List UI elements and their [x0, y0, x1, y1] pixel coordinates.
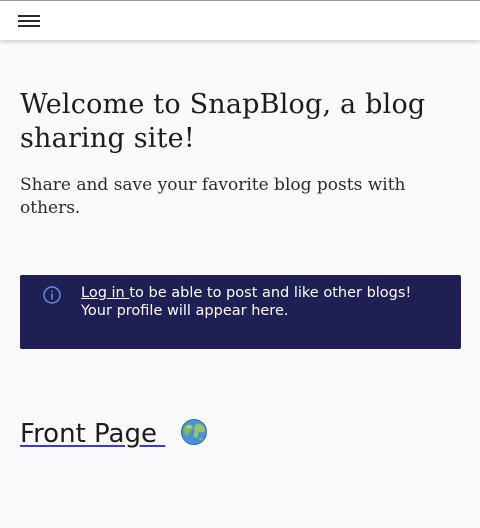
menu-line [18, 20, 40, 22]
info-line1-text: to be able to post and like other blogs! [129, 285, 412, 301]
menu-line [18, 25, 40, 27]
front-page-link[interactable]: Front Page [20, 419, 217, 449]
info-line2-text: Your profile will appear here. [81, 303, 289, 319]
info-circle-icon [43, 286, 61, 304]
login-info-banner: Log in to be able to post and like other… [20, 275, 461, 349]
globe-icon [181, 419, 208, 445]
menu-line [18, 15, 40, 17]
page-title: Welcome to SnapBlog, a blog sharing site… [20, 89, 426, 154]
top-app-bar [0, 0, 480, 40]
login-link[interactable]: Log in [81, 285, 129, 301]
hamburger-menu-icon[interactable] [14, 12, 44, 30]
front-page-heading: Front Page [20, 418, 217, 450]
info-message: Log in to be able to post and like other… [81, 284, 441, 320]
page-subtitle: Share and save your favorite blog posts … [20, 175, 406, 218]
front-page-label: Front Page [20, 419, 166, 449]
